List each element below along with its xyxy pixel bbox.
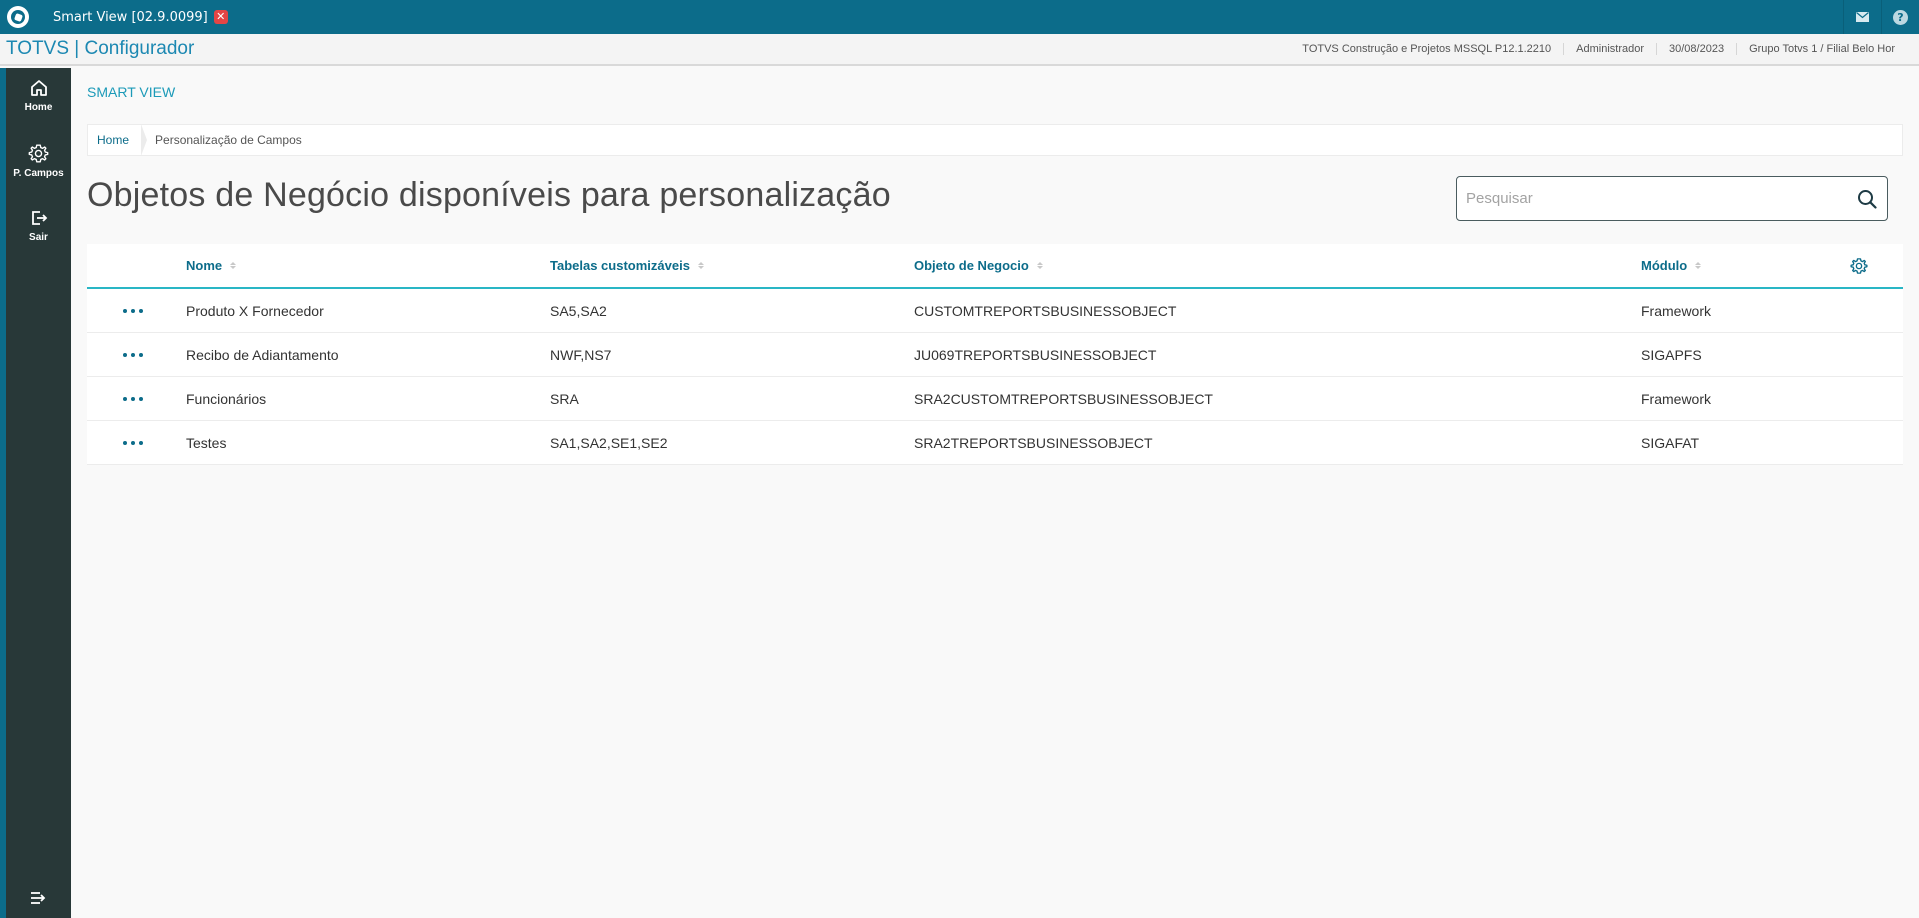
help-label: ? <box>1893 9 1908 25</box>
column-header-tabelas[interactable]: Tabelas customizáveis <box>550 244 704 287</box>
row-actions-more-icon[interactable] <box>123 301 143 321</box>
table-row[interactable]: Testes SA1,SA2,SE1,SE2 SRA2TREPORTSBUSIN… <box>87 421 1903 465</box>
column-header-nome[interactable]: Nome <box>186 244 237 287</box>
cell-nome: Produto X Fornecedor <box>186 302 324 319</box>
sort-icon <box>230 262 237 269</box>
breadcrumb: Home Personalização de Campos <box>87 124 1903 156</box>
window-tab-bar: Smart View [02.9.0099] ✕ ? <box>0 0 1919 34</box>
cell-modulo: Framework <box>1641 390 1712 407</box>
row-actions-more-icon[interactable] <box>123 345 143 365</box>
cell-tabelas: NWF,NS7 <box>550 346 612 363</box>
tab-title: Smart View [02.9.0099] <box>53 9 208 25</box>
sort-icon <box>1695 262 1702 269</box>
home-icon <box>30 80 47 96</box>
cell-nome: Recibo de Adiantamento <box>186 346 339 363</box>
collapse-menu-icon <box>30 892 45 904</box>
sidebar-item-home[interactable]: Home <box>6 78 71 140</box>
column-header-objeto[interactable]: Objeto de Negocio <box>914 244 1043 287</box>
search-button[interactable] <box>1847 177 1887 220</box>
sort-icon <box>697 262 704 269</box>
table-header: Nome Tabelas customizáveis Objeto de Neg… <box>87 244 1903 289</box>
cell-objeto: CUSTOMTREPORTSBUSINESSOBJECT <box>914 302 1177 319</box>
cell-tabelas: SA5,SA2 <box>550 302 607 319</box>
cell-objeto: JU069TREPORTSBUSINESSOBJECT <box>914 346 1157 363</box>
column-label: Nome <box>186 258 223 273</box>
row-actions-more-icon[interactable] <box>123 433 143 453</box>
page-title: Objetos de Negócio disponíveis para pers… <box>87 176 891 214</box>
cell-tabelas: SRA <box>550 390 579 407</box>
cell-objeto: SRA2TREPORTSBUSINESSOBJECT <box>914 434 1153 451</box>
cell-modulo: SIGAFAT <box>1641 434 1700 451</box>
sidebar-item-sair[interactable]: Sair <box>6 208 71 270</box>
breadcrumb-home[interactable]: Home <box>88 133 141 147</box>
app-title: TOTVS | Configurador <box>6 38 195 59</box>
user-label: Administrador <box>1563 43 1656 55</box>
close-icon[interactable]: ✕ <box>213 10 228 24</box>
table-row[interactable]: Recibo de Adiantamento NWF,NS7 JU069TREP… <box>87 333 1903 377</box>
company-label: TOTVS Construção e Projetos MSSQL P12.1.… <box>1302 43 1552 55</box>
sidebar-item-label: P. Campos <box>13 168 64 179</box>
row-actions-more-icon[interactable] <box>123 389 143 409</box>
breadcrumb-separator <box>141 124 148 156</box>
cell-tabelas: SA1,SA2,SE1,SE2 <box>550 434 668 451</box>
sidebar-item-label: Home <box>24 102 53 113</box>
collapse-menu-button[interactable] <box>6 890 71 906</box>
mail-icon[interactable] <box>1843 0 1881 34</box>
search-icon <box>1858 189 1877 209</box>
breadcrumb-current: Personalização de Campos <box>155 133 302 147</box>
cell-modulo: Framework <box>1641 302 1712 319</box>
cell-objeto: SRA2CUSTOMTREPORTSBUSINESSOBJECT <box>914 390 1213 407</box>
sort-icon <box>1036 262 1043 269</box>
column-label: Tabelas customizáveis <box>550 258 690 273</box>
logout-icon <box>31 211 47 225</box>
cell-nome: Testes <box>186 434 227 451</box>
tab-smart-view[interactable]: Smart View [02.9.0099] ✕ <box>43 3 238 31</box>
business-objects-table: Nome Tabelas customizáveis Objeto de Neg… <box>87 244 1903 465</box>
app-header: TOTVS | Configurador TOTVS Construção e … <box>0 34 1919 66</box>
sidebar-item-label: Sair <box>29 232 48 243</box>
table-row[interactable]: Funcionários SRA SRA2CUSTOMTREPORTSBUSIN… <box>87 377 1903 421</box>
search-box <box>1456 176 1888 221</box>
sidebar: Home P. Campos Sair <box>6 68 71 918</box>
help-icon[interactable]: ? <box>1881 0 1919 34</box>
totvs-logo-icon <box>7 6 29 28</box>
cell-modulo: SIGAPFS <box>1641 346 1702 363</box>
table-row[interactable]: Produto X Fornecedor SA5,SA2 CUSTOMTREPO… <box>87 289 1903 333</box>
main-content: SMART VIEW Home Personalização de Campos… <box>71 68 1919 918</box>
branch-label: Grupo Totvs 1 / Filial Belo Hor <box>1736 43 1907 55</box>
column-header-modulo[interactable]: Módulo <box>1641 244 1702 287</box>
date-label: 30/08/2023 <box>1656 43 1736 55</box>
gear-icon <box>28 144 49 163</box>
column-label: Objeto de Negocio <box>914 258 1029 273</box>
header-info: TOTVS Construção e Projetos MSSQL P12.1.… <box>1290 34 1907 64</box>
section-title: SMART VIEW <box>87 84 176 100</box>
table-settings-gear-icon[interactable] <box>1850 257 1868 275</box>
search-input[interactable] <box>1457 190 1847 207</box>
column-label: Módulo <box>1641 258 1688 273</box>
sidebar-item-p-campos[interactable]: P. Campos <box>6 143 71 205</box>
cell-nome: Funcionários <box>186 390 267 407</box>
